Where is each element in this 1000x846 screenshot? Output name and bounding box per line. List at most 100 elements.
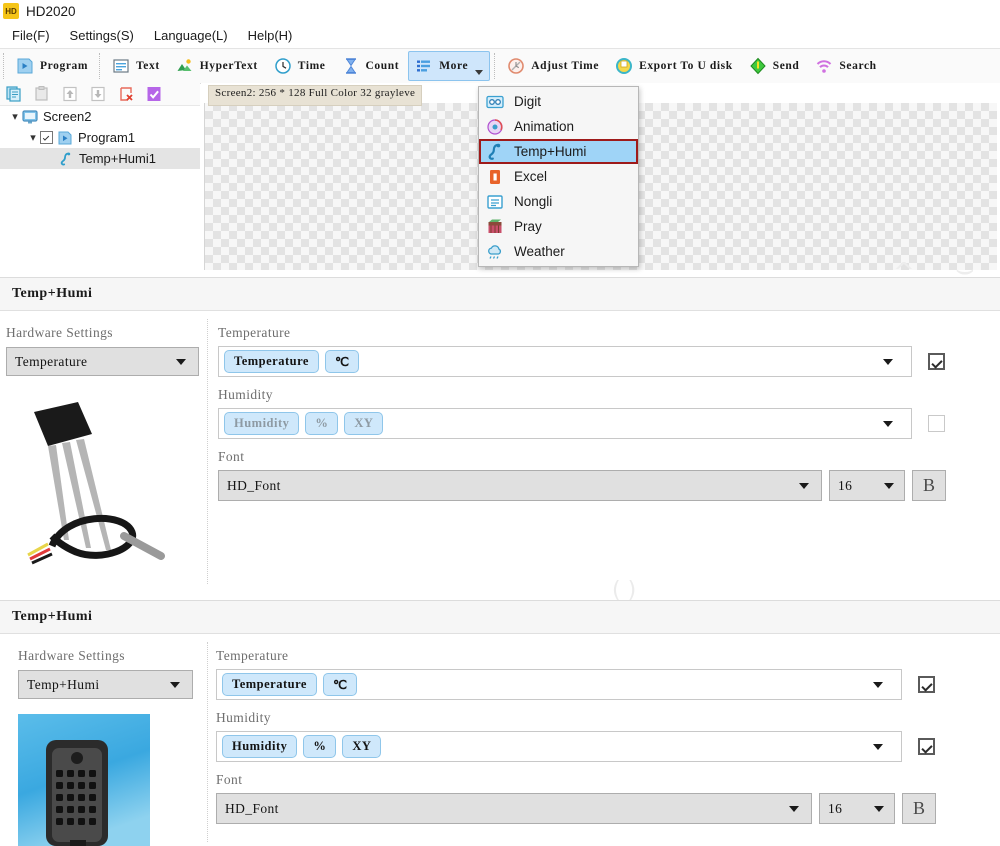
hardware-settings-value: Temperature xyxy=(7,354,176,370)
chip-xy[interactable]: XY xyxy=(342,735,381,758)
chevron-down-icon[interactable] xyxy=(874,806,884,812)
toolbar-export-usb-button[interactable]: Export To U disk xyxy=(608,52,740,80)
toolbar-send-label: Send xyxy=(773,60,800,72)
menu-settings[interactable]: Settings(S) xyxy=(62,26,142,45)
tree-node-checkbox[interactable] xyxy=(40,131,53,144)
humidity-chipbox[interactable]: Humidity % XY xyxy=(216,731,902,762)
menu-language[interactable]: Language(L) xyxy=(146,26,236,45)
menu-item-label: Nongli xyxy=(514,194,552,209)
more-dropdown-menu[interactable]: Digit Animation Temp+Humi xyxy=(478,86,639,267)
text-icon xyxy=(112,57,130,75)
menu-item-weather[interactable]: Weather xyxy=(479,239,638,264)
chevron-down-icon[interactable]: ▾ xyxy=(8,110,22,123)
toolbar-hypertext-button[interactable]: HyperText xyxy=(169,52,265,80)
copy-icon[interactable] xyxy=(4,85,24,103)
chevron-down-icon[interactable] xyxy=(799,483,809,489)
panel-body: Hardware Settings Temperature xyxy=(0,311,1000,590)
humidity-chipbox[interactable]: Humidity % XY xyxy=(218,408,912,439)
panel-divider xyxy=(207,319,208,584)
chip-percent-unit[interactable]: % xyxy=(303,735,336,758)
bold-button[interactable]: B xyxy=(912,470,946,501)
toolbar-text-button[interactable]: Text xyxy=(105,52,167,80)
hardware-settings-select[interactable]: Temperature xyxy=(6,347,199,376)
tree-node-label: Screen2 xyxy=(43,109,91,124)
tree-node-screen2[interactable]: ▾ Screen2 xyxy=(0,106,200,127)
chevron-down-icon[interactable] xyxy=(176,359,186,365)
chip-humidity[interactable]: Humidity xyxy=(222,735,297,758)
toolbar-count-button[interactable]: Count xyxy=(335,52,407,80)
search-wifi-icon xyxy=(815,57,833,75)
digit-icon xyxy=(485,92,505,112)
application-window: HD HD2020 File(F) Settings(S) Language(L… xyxy=(0,0,1000,846)
hardware-settings-label: Hardware Settings xyxy=(6,325,204,341)
humidity-enable-checkbox[interactable] xyxy=(928,415,945,432)
font-size-select[interactable]: 16 xyxy=(829,470,905,501)
temperature-chipbox[interactable]: Temperature ℃ xyxy=(216,669,902,700)
toolbar-send-button[interactable]: Send xyxy=(742,52,807,80)
chip-temperature[interactable]: Temperature xyxy=(222,673,317,696)
chevron-down-icon[interactable] xyxy=(789,806,799,812)
menu-item-label: Temp+Humi xyxy=(514,144,586,159)
toolbar-export-usb-label: Export To U disk xyxy=(639,60,733,72)
font-label: Font xyxy=(218,449,1000,465)
menu-file[interactable]: File(F) xyxy=(4,26,58,45)
toolbar-time-button[interactable]: Time xyxy=(267,52,333,80)
menu-item-animation[interactable]: Animation xyxy=(479,114,638,139)
toolbar-separator xyxy=(494,53,496,79)
program-icon xyxy=(16,57,34,75)
chevron-down-icon[interactable]: ▾ xyxy=(26,131,40,144)
screen-icon xyxy=(22,109,38,125)
temperature-chipbox[interactable]: Temperature ℃ xyxy=(218,346,912,377)
font-name-select[interactable]: HD_Font xyxy=(216,793,812,824)
chevron-down-icon[interactable] xyxy=(883,421,893,427)
toolbar-program-button[interactable]: Program xyxy=(9,52,95,80)
menu-item-digit[interactable]: Digit xyxy=(479,89,638,114)
chip-temperature[interactable]: Temperature xyxy=(224,350,319,373)
move-up-icon[interactable] xyxy=(60,85,80,103)
font-name-value: HD_Font xyxy=(217,801,789,817)
menu-item-excel[interactable]: Excel xyxy=(479,164,638,189)
chip-celsius-unit[interactable]: ℃ xyxy=(323,673,358,696)
hardware-settings-select[interactable]: Temp+Humi xyxy=(18,670,193,699)
chevron-down-icon[interactable] xyxy=(873,682,883,688)
menu-item-label: Animation xyxy=(514,119,574,134)
chip-humidity[interactable]: Humidity xyxy=(224,412,299,435)
chevron-down-icon[interactable] xyxy=(873,744,883,750)
move-down-icon[interactable] xyxy=(88,85,108,103)
menu-item-nongli[interactable]: Nongli xyxy=(479,189,638,214)
clock-icon xyxy=(274,57,292,75)
menu-item-label: Excel xyxy=(514,169,547,184)
tree-node-program1[interactable]: ▾ Program1 xyxy=(0,127,200,148)
delete-icon[interactable] xyxy=(116,85,136,103)
toolbar-hypertext-label: HyperText xyxy=(200,60,258,72)
hypertext-icon xyxy=(176,57,194,75)
tree-node-label: Program1 xyxy=(78,130,135,145)
toolbar-adjust-time-button[interactable]: Adjust Time xyxy=(500,52,606,80)
temperature-enable-checkbox[interactable] xyxy=(918,676,935,693)
temp-humi-panel-2: Temp+Humi Hardware Settings Temp+Humi xyxy=(0,600,1000,846)
toolbar-count-label: Count xyxy=(366,60,400,72)
tree-node-temp-humi1[interactable]: Temp+Humi1 xyxy=(0,148,200,169)
paste-icon[interactable] xyxy=(32,85,52,103)
chevron-down-icon[interactable] xyxy=(883,359,893,365)
font-size-select[interactable]: 16 xyxy=(819,793,895,824)
toolbar-more-button[interactable]: More xyxy=(408,51,490,81)
humidity-enable-checkbox[interactable] xyxy=(918,738,935,755)
menu-item-label: Pray xyxy=(514,219,542,234)
panel-header: Temp+Humi xyxy=(0,277,1000,311)
panel-header: Temp+Humi xyxy=(0,600,1000,634)
chevron-down-icon[interactable] xyxy=(170,682,180,688)
menu-help[interactable]: Help(H) xyxy=(240,26,301,45)
confirm-check-icon[interactable] xyxy=(144,85,164,103)
temperature-enable-checkbox[interactable] xyxy=(928,353,945,370)
chip-percent-unit[interactable]: % xyxy=(305,412,338,435)
menu-item-pray[interactable]: Pray xyxy=(479,214,638,239)
font-name-select[interactable]: HD_Font xyxy=(218,470,822,501)
toolbar-search-button[interactable]: Search xyxy=(808,52,883,80)
chip-celsius-unit[interactable]: ℃ xyxy=(325,350,360,373)
chevron-down-icon[interactable] xyxy=(884,483,894,489)
chevron-down-icon[interactable] xyxy=(475,70,483,75)
bold-button[interactable]: B xyxy=(902,793,936,824)
menu-item-temp-humi[interactable]: Temp+Humi xyxy=(479,139,638,164)
chip-xy[interactable]: XY xyxy=(344,412,383,435)
